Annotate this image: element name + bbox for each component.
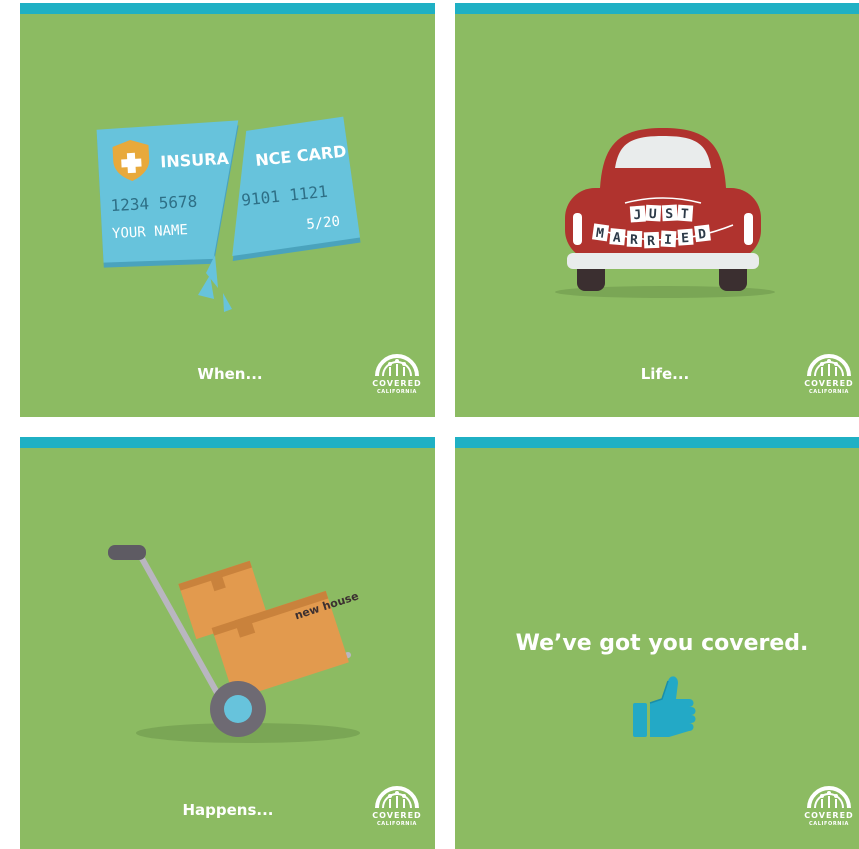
logo-line2: CALIFORNIA (808, 389, 850, 395)
panel-covered: We’ve got you covered. COVERED CALIFORNI… (455, 437, 859, 849)
covered-california-emblem-icon (807, 786, 851, 809)
card-title-left: INSURA (160, 149, 230, 172)
logo-line1: COVERED (372, 811, 422, 820)
caption-life: Life... (640, 365, 690, 383)
sign-letter: I (664, 233, 673, 248)
covered-california-logo: COVERED CALIFORNIA (799, 340, 859, 400)
logo-line2: CALIFORNIA (376, 821, 418, 827)
covered-california-emblem-icon (375, 354, 419, 377)
sign-letter: U (648, 207, 657, 222)
covered-california-emblem-icon (375, 786, 419, 809)
caption-when: When... (197, 365, 263, 383)
logo-line2: CALIFORNIA (808, 821, 850, 827)
panel-life: J U S T M A R R I E D Life... COVERED CA… (455, 3, 859, 417)
panel-happens: new house Happens... COVERED CALIFORNIA (20, 437, 435, 849)
logo-line2: CALIFORNIA (376, 389, 418, 395)
logo-line1: COVERED (372, 379, 422, 388)
sign-letter: A (612, 230, 621, 246)
covered-california-logo: COVERED CALIFORNIA (367, 772, 427, 832)
covered-california-emblem-icon (807, 354, 851, 377)
sign-letter: J (633, 208, 642, 224)
caption-happens: Happens... (182, 801, 274, 819)
covered-california-logo: COVERED CALIFORNIA (367, 340, 427, 400)
logo-line1: COVERED (804, 811, 854, 820)
sign-letter: T (680, 207, 689, 223)
sign-letter: E (681, 231, 690, 247)
logo-line1: COVERED (804, 379, 854, 388)
sign-letter: R (647, 234, 656, 249)
covered-california-logo: COVERED CALIFORNIA (799, 772, 859, 832)
sign-letter: R (630, 233, 639, 248)
panel-when: INSURA 1234 5678 YOUR NAME NCE CARD 9101… (20, 3, 435, 417)
sign-letter: S (665, 207, 674, 222)
